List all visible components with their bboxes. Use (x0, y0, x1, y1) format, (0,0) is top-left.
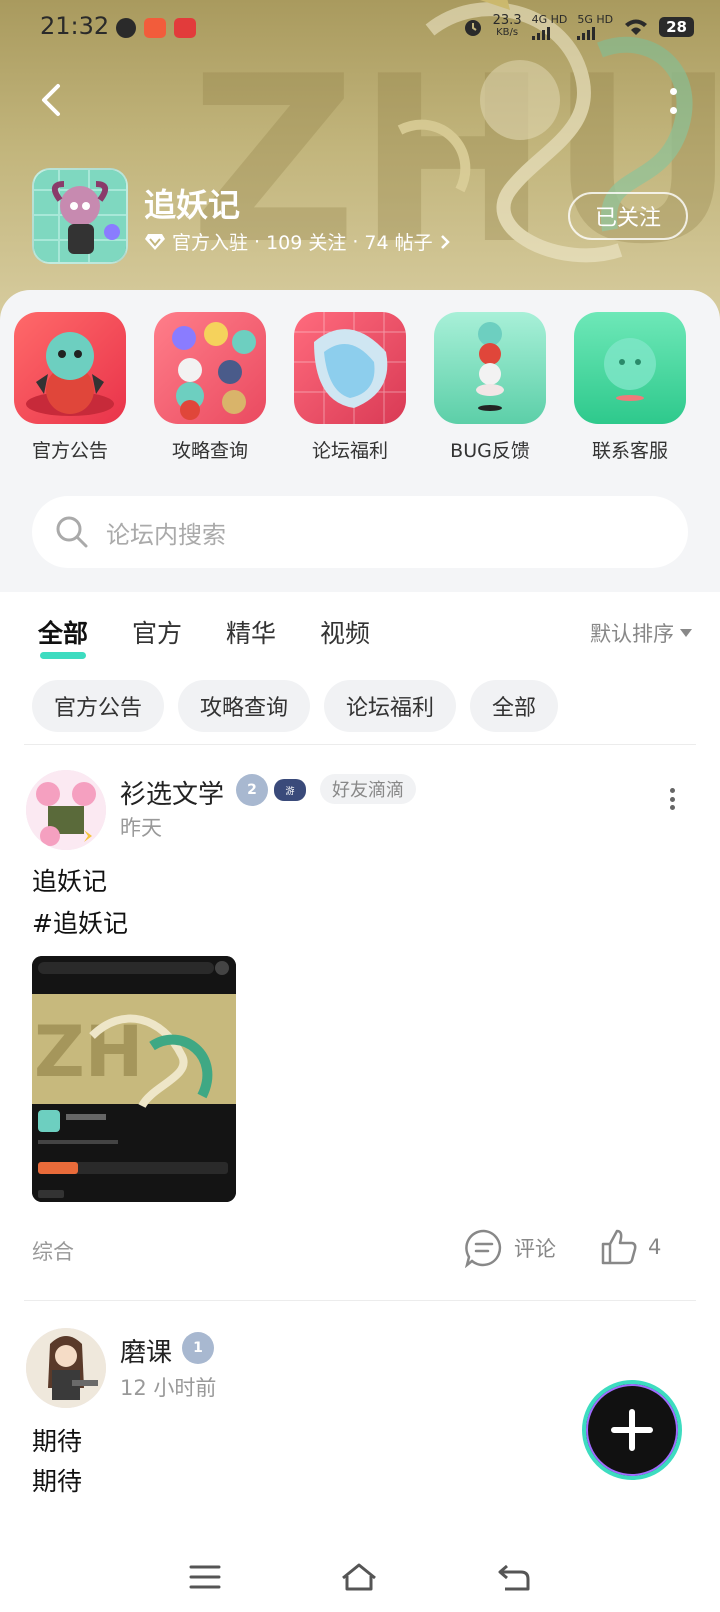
create-post-button[interactable] (582, 1380, 682, 1480)
chip-all[interactable]: 全部 (470, 680, 559, 732)
chevron-right-icon (440, 234, 450, 249)
tab-official[interactable]: 官方 (132, 614, 182, 650)
diamond-verified-icon (145, 233, 165, 250)
welfare-icon (294, 312, 406, 424)
customer-service-icon (574, 312, 686, 424)
wechat-icon (116, 18, 136, 38)
comment-button[interactable]: 评论 (464, 1228, 556, 1268)
official-label: 官方入驻 (172, 232, 249, 254)
wifi-icon (625, 19, 648, 35)
app-notification-icon (144, 18, 166, 38)
status-bar: 21:32 23.3 KB/s 4G HD 5G HD 28 (0, 0, 720, 56)
feed-tabs: 全部 官方 精华 视频 默认排序 (0, 592, 720, 672)
chip-welfare[interactable]: 论坛福利 (324, 680, 457, 732)
avatar[interactable] (26, 770, 106, 850)
back-icon[interactable] (497, 1562, 531, 1592)
more-options-icon[interactable] (666, 88, 680, 114)
post-more-icon[interactable] (670, 788, 676, 810)
like-count: 4 (648, 1235, 662, 1259)
shortcut-customer-service[interactable]: 联系客服 (560, 312, 700, 463)
active-tab-indicator (40, 652, 86, 659)
home-icon[interactable] (340, 1562, 378, 1592)
shortcut-strategy[interactable]: 攻略查询 (140, 312, 280, 463)
caret-down-icon (680, 629, 692, 637)
forum-search-bar[interactable]: 论坛内搜索 (32, 496, 688, 568)
search-icon (56, 516, 88, 548)
game-badge-icon: 游 (274, 779, 306, 801)
app-notification-icon (174, 18, 196, 38)
user-tag: 好友滴滴 (320, 774, 416, 804)
tab-featured[interactable]: 精华 (226, 614, 276, 650)
forum-shortcuts-panel: 官方公告 攻略查询 论坛福利 BUG反馈 联系客服 论坛内搜索 (0, 290, 720, 590)
tab-video[interactable]: 视频 (320, 614, 370, 650)
status-time: 21:32 (40, 12, 110, 40)
post-time: 昨天 (120, 816, 162, 840)
shortcut-bug-report[interactable]: BUG反馈 (420, 312, 560, 463)
shortcut-welfare[interactable]: 论坛福利 (280, 312, 420, 463)
chip-official-notice[interactable]: 官方公告 (32, 680, 165, 732)
battery-indicator: 28 (659, 17, 694, 37)
network-type-2: 5G HD (577, 13, 614, 26)
bug-report-icon (434, 312, 546, 424)
post-image[interactable]: ZH (32, 956, 236, 1202)
signal-icon (577, 26, 613, 40)
post-author[interactable]: 衫选文学 (120, 774, 224, 811)
chip-strategy[interactable]: 攻略查询 (178, 680, 311, 732)
post-title: 期待 (32, 1427, 83, 1456)
tab-all[interactable]: 全部 (38, 614, 88, 650)
menu-icon[interactable] (189, 1563, 221, 1591)
post-card[interactable]: 衫选文学 2 游 好友滴滴 昨天 追妖记 #追妖记 ZH 综合 评论 4 (0, 744, 720, 1304)
shortcut-official-notice[interactable]: 官方公告 (0, 312, 140, 463)
forum-title: 追妖记 (144, 186, 241, 224)
forum-header: ZHU 21:32 23.3 KB/s 4G HD 5G HD 28 追妖记 官… (0, 0, 720, 330)
back-arrow-icon[interactable] (34, 82, 70, 118)
announcement-icon (14, 312, 126, 424)
follow-button[interactable]: 已关注 (568, 192, 688, 240)
plus-icon (611, 1409, 653, 1451)
thumbs-up-icon (601, 1229, 637, 1265)
signal-icon (531, 26, 568, 40)
forum-stats[interactable]: 官方入驻 · 109 关注 · 74 帖子 (144, 228, 451, 255)
post-author[interactable]: 磨课 (120, 1332, 172, 1369)
shortcut-row: 官方公告 攻略查询 论坛福利 BUG反馈 联系客服 (0, 312, 720, 463)
post-time: 12 小时前 (120, 1376, 217, 1400)
post-title: 追妖记 (32, 867, 108, 896)
avatar[interactable] (26, 1328, 106, 1408)
notification-icons (116, 18, 196, 38)
post-category: 综合 (32, 1240, 74, 1264)
category-chips: 官方公告 攻略查询 论坛福利 全部 (32, 680, 559, 732)
user-level-badge: 1 (182, 1332, 214, 1364)
svg-text:ZH: ZH (34, 1011, 143, 1093)
search-placeholder: 论坛内搜索 (106, 520, 226, 549)
followers-count: 109 关注 (266, 232, 347, 254)
user-level-badge: 2 (236, 774, 268, 806)
post-body: 期待 (32, 1467, 83, 1496)
posts-count: 74 帖子 (364, 232, 433, 254)
system-navigation-bar (0, 1542, 720, 1612)
post-body: #追妖记 (32, 909, 128, 938)
strategy-icon (154, 312, 266, 424)
forum-logo (32, 168, 128, 264)
sort-dropdown[interactable]: 默认排序 (590, 618, 692, 648)
comment-icon (464, 1229, 502, 1268)
like-button[interactable]: 4 (600, 1228, 661, 1266)
alarm-icon (464, 20, 481, 36)
network-speed: 23.3 KB/s (492, 13, 522, 38)
network-type-1: 4G HD (531, 13, 568, 26)
